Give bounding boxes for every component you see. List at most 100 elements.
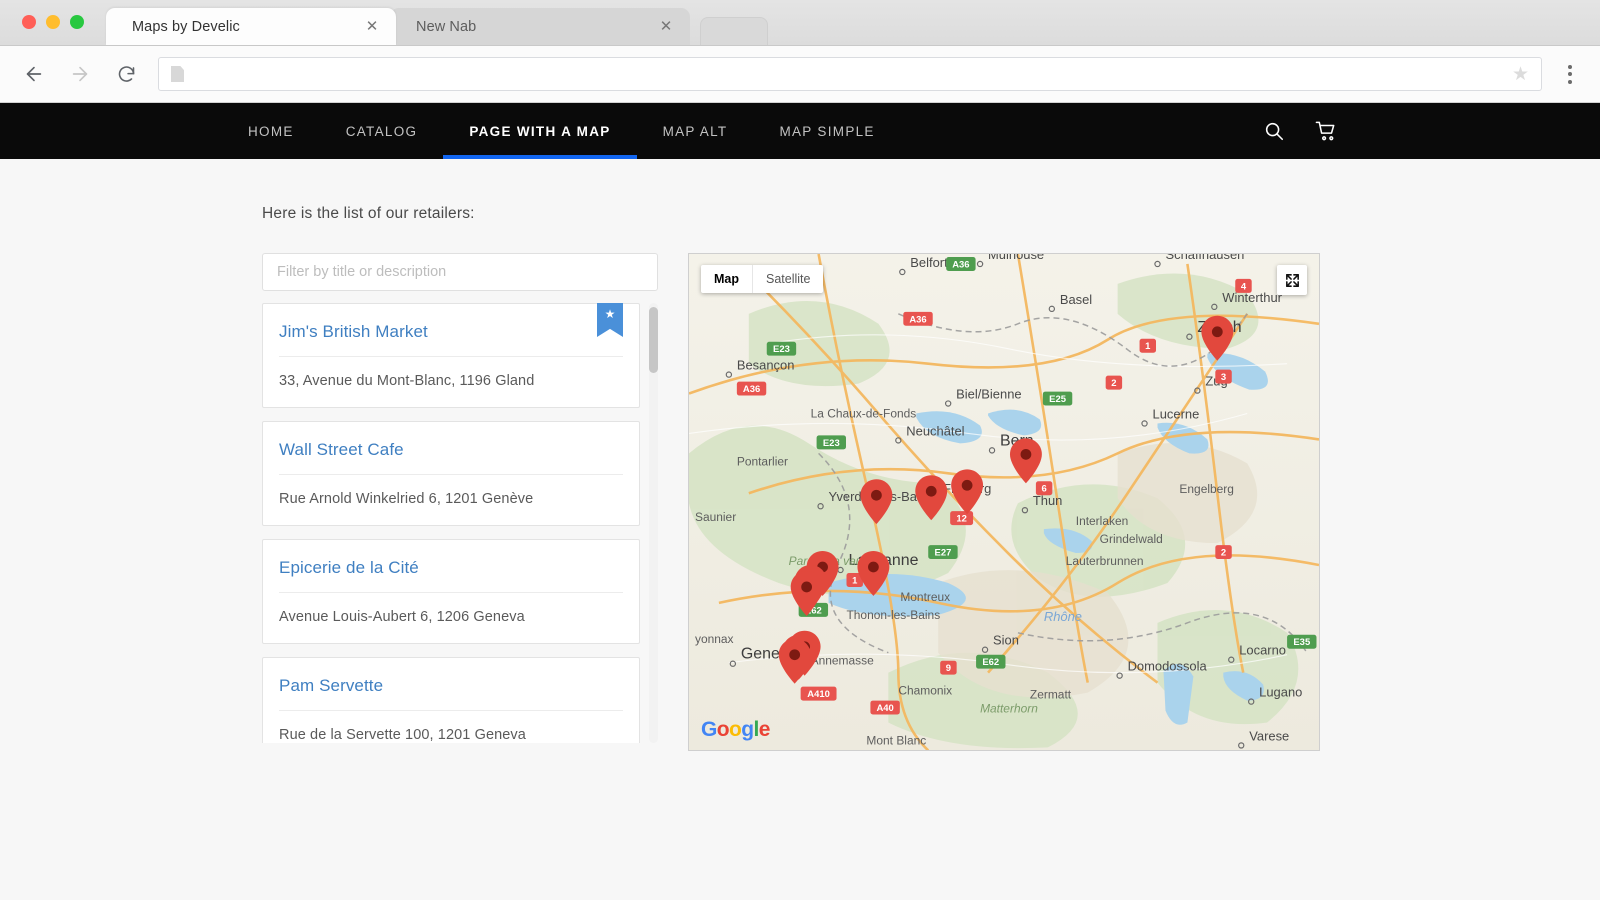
retailer-list: ★ Jim's British Market 33, Avenue du Mon… <box>262 303 658 743</box>
browser-menu-icon[interactable] <box>1560 65 1580 84</box>
google-logo-g1: G <box>701 718 717 741</box>
nav-item-page-with-map[interactable]: Page with a map <box>443 103 636 159</box>
map-place-label: Lucerne <box>1153 406 1200 421</box>
map-place-label: Annemasse <box>811 654 874 668</box>
map-place-label: Matterhorn <box>980 702 1038 716</box>
header-icon-group <box>1263 120 1338 143</box>
list-scrollbar[interactable] <box>649 303 658 743</box>
map-place-label: Saunier <box>695 510 736 524</box>
retailer-title[interactable]: Wall Street Cafe <box>279 422 623 475</box>
retailer-card[interactable]: Epicerie de la Cité Avenue Louis-Aubert … <box>262 539 640 644</box>
browser-window: Maps by Develic ✕ New Nab ✕ ★ <box>0 0 1600 900</box>
map-type-map[interactable]: Map <box>701 265 752 293</box>
nav-item-catalog[interactable]: Catalog <box>320 103 444 159</box>
nav-item-map-alt[interactable]: Map alt <box>637 103 754 159</box>
cart-icon[interactable] <box>1315 120 1338 143</box>
back-arrow-icon[interactable] <box>20 60 48 88</box>
map-road-shield-label: A36 <box>952 259 969 270</box>
forward-arrow-icon[interactable] <box>66 60 94 88</box>
map-place-label: Domodossola <box>1128 659 1208 674</box>
page-document-icon <box>171 66 184 82</box>
map-marker-dot <box>789 649 800 660</box>
browser-toolbar: ★ <box>0 46 1600 103</box>
map-place-label: Interlaken <box>1076 514 1129 528</box>
map-place-label: Sion <box>993 633 1019 648</box>
map-road-shield-label: E23 <box>823 438 840 449</box>
content-row: ★ Jim's British Market 33, Avenue du Mon… <box>262 253 1600 751</box>
map-marker-dot <box>1021 449 1032 460</box>
map-road-shield-label: 3 <box>1221 372 1226 383</box>
map-place-label: Lugano <box>1259 685 1302 700</box>
map-marker-dot <box>871 490 882 501</box>
map-road-shield-label: 6 <box>1041 484 1046 495</box>
map-place-label: Montreux <box>900 590 950 604</box>
nav-item-map-simple[interactable]: Map simple <box>753 103 900 159</box>
map-place-label: Mulhouse <box>988 254 1044 262</box>
page-viewport: Home Catalog Page with a map Map alt Map… <box>0 103 1600 900</box>
window-controls <box>22 15 84 29</box>
maximize-window-button[interactable] <box>70 15 84 29</box>
close-tab-icon[interactable]: ✕ <box>362 17 382 37</box>
list-scrollbar-thumb[interactable] <box>649 307 658 373</box>
retailer-address: 33, Avenue du Mont-Blanc, 1196 Gland <box>279 357 623 407</box>
map-road-shield-label: E25 <box>1049 394 1066 405</box>
page-intro-text: Here is the list of our retailers: <box>262 205 1600 223</box>
fullscreen-icon[interactable] <box>1277 265 1307 295</box>
search-icon[interactable] <box>1263 120 1285 142</box>
map-type-control[interactable]: Map Satellite <box>701 265 823 293</box>
map-place-label: Varese <box>1249 728 1289 743</box>
map-road-shield-label: 9 <box>946 663 951 674</box>
map-place-label: La Chaux-de-Fonds <box>811 406 917 420</box>
map-place-label: Rhône <box>1044 609 1082 624</box>
map-place-label: Thun <box>1033 493 1063 508</box>
map-place-label: Basel <box>1060 292 1092 307</box>
main-navigation: Home Catalog Page with a map Map alt Map… <box>222 103 901 159</box>
map-place-label: Mont Blanc <box>866 733 926 747</box>
retailer-address: Avenue Louis-Aubert 6, 1206 Geneva <box>279 593 623 643</box>
retailer-title[interactable]: Jim's British Market <box>279 304 623 357</box>
reload-icon[interactable] <box>112 60 140 88</box>
map-road-shield-label: A36 <box>743 384 760 395</box>
address-bar[interactable]: ★ <box>158 57 1542 91</box>
minimize-window-button[interactable] <box>46 15 60 29</box>
map-type-satellite[interactable]: Satellite <box>752 265 823 293</box>
browser-tab-2[interactable]: New Nab ✕ <box>390 8 690 45</box>
close-window-button[interactable] <box>22 15 36 29</box>
retailer-title[interactable]: Pam Servette <box>279 658 623 711</box>
map-road-shield-label: E23 <box>773 344 790 355</box>
google-map[interactable]: BelfortMulhouseSchaffhausenBaselZürichWi… <box>688 253 1320 751</box>
nav-item-home[interactable]: Home <box>222 103 320 159</box>
map-road-shield-label: A40 <box>876 703 893 714</box>
map-place-label: Biel/Bienne <box>956 387 1021 402</box>
map-place-label: Winterthur <box>1222 290 1282 305</box>
map-place-label: Chamonix <box>898 684 952 698</box>
google-logo-g2: g <box>741 718 753 741</box>
map-canvas: BelfortMulhouseSchaffhausenBaselZürichWi… <box>689 254 1319 750</box>
retailer-card[interactable]: ★ Jim's British Market 33, Avenue du Mon… <box>262 303 640 408</box>
page-bottom-fade <box>0 866 1600 900</box>
map-place-label: Pontarlier <box>737 454 788 468</box>
map-place-label: Engelberg <box>1179 482 1234 496</box>
bookmark-star-icon[interactable]: ★ <box>1512 65 1529 84</box>
retailer-address: Rue Arnold Winkelried 6, 1201 Genève <box>279 475 623 525</box>
map-road-shield-label: 2 <box>1111 378 1116 389</box>
map-road-shield-label: E27 <box>935 548 952 559</box>
tab-title: Maps by Develic <box>132 19 362 35</box>
new-tab-button[interactable] <box>700 17 768 45</box>
filter-input[interactable] <box>262 253 658 291</box>
close-tab-icon[interactable]: ✕ <box>656 17 676 37</box>
map-marker-dot <box>801 582 812 593</box>
retailer-address: Rue de la Servette 100, 1201 Geneva <box>279 711 623 743</box>
map-marker-dot <box>1212 326 1223 337</box>
retailer-card[interactable]: Wall Street Cafe Rue Arnold Winkelried 6… <box>262 421 640 526</box>
map-place-label: Lauterbrunnen <box>1066 554 1144 568</box>
site-header: Home Catalog Page with a map Map alt Map… <box>0 103 1600 159</box>
map-place-label: Belfort <box>910 255 948 270</box>
map-place-label: Zermatt <box>1030 688 1072 702</box>
retailer-card[interactable]: Pam Servette Rue de la Servette 100, 120… <box>262 657 640 743</box>
tab-title: New Nab <box>416 19 656 35</box>
browser-tab-1[interactable]: Maps by Develic ✕ <box>106 8 396 45</box>
map-place-label: Neuchâtel <box>906 423 964 438</box>
google-logo-e: e <box>759 718 770 741</box>
retailer-title[interactable]: Epicerie de la Cité <box>279 540 623 593</box>
